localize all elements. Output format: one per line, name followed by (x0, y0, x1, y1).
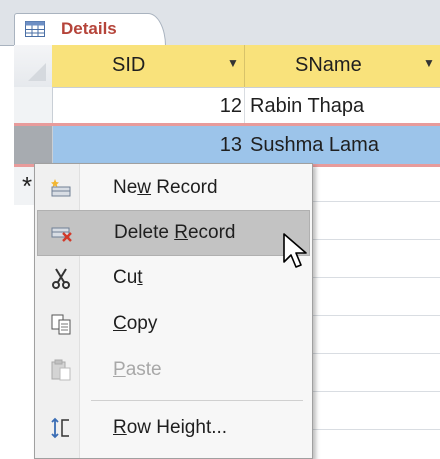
column-header-sname[interactable]: SName ▼ (245, 45, 440, 88)
scissors-icon (52, 268, 70, 289)
menu-item-label: Cut (113, 267, 143, 288)
menu-item-cut[interactable]: Cut (37, 256, 308, 300)
new-record-marker: * (22, 171, 33, 201)
dropdown-arrow-icon[interactable]: ▼ (227, 56, 239, 70)
dropdown-arrow-icon[interactable]: ▼ (423, 56, 435, 70)
context-menu: New Record Delete Record Cut Copy Paste … (34, 163, 313, 459)
copy-icon (51, 314, 71, 335)
select-all-button[interactable] (14, 45, 53, 88)
column-label-sid: SID (112, 54, 146, 76)
menu-item-new-record[interactable]: New Record (37, 166, 308, 210)
table-icon (25, 21, 45, 37)
menu-item-label: New Record (113, 177, 218, 198)
cell-sname[interactable]: Sushma Lama (250, 126, 438, 164)
menu-item-row-height[interactable]: Row Height... (37, 406, 308, 450)
cell-sname[interactable]: Rabin Thapa (250, 87, 438, 125)
column-header-sid[interactable]: SID ▼ (52, 45, 245, 88)
menu-item-label: Copy (113, 313, 158, 334)
menu-item-paste[interactable]: Paste (37, 348, 308, 392)
row-selector[interactable] (14, 126, 53, 164)
menu-item-copy[interactable]: Copy (37, 302, 308, 346)
menu-item-label: Paste (113, 359, 162, 380)
menu-item-label: Row Height... (113, 417, 228, 438)
table-row[interactable]: 12 Rabin Thapa (14, 87, 440, 125)
mouse-pointer-icon (283, 233, 307, 268)
menu-separator (91, 400, 303, 401)
table-row-selected[interactable]: 13 Sushma Lama (14, 126, 440, 164)
row-selector[interactable] (14, 87, 53, 125)
paste-icon (51, 359, 71, 381)
cell-sid[interactable]: 12 (52, 87, 242, 125)
document-tab-strip: Details (0, 0, 440, 47)
menu-item-delete-record[interactable]: Delete Record (37, 210, 310, 256)
row-height-icon (51, 417, 69, 439)
delete-record-icon (51, 227, 72, 242)
tab-label: Details (61, 19, 117, 38)
tab-details[interactable]: Details (14, 13, 166, 47)
column-label-sname: SName (295, 54, 362, 76)
datasheet-window: Details SID ▼ SName ▼ 12 Rabin Thapa 13 … (0, 0, 440, 459)
cell-sid[interactable]: 13 (52, 126, 242, 164)
column-header-row: SID ▼ SName ▼ (14, 45, 440, 88)
new-record-icon (51, 179, 71, 197)
menu-item-label: Delete Record (114, 222, 236, 243)
